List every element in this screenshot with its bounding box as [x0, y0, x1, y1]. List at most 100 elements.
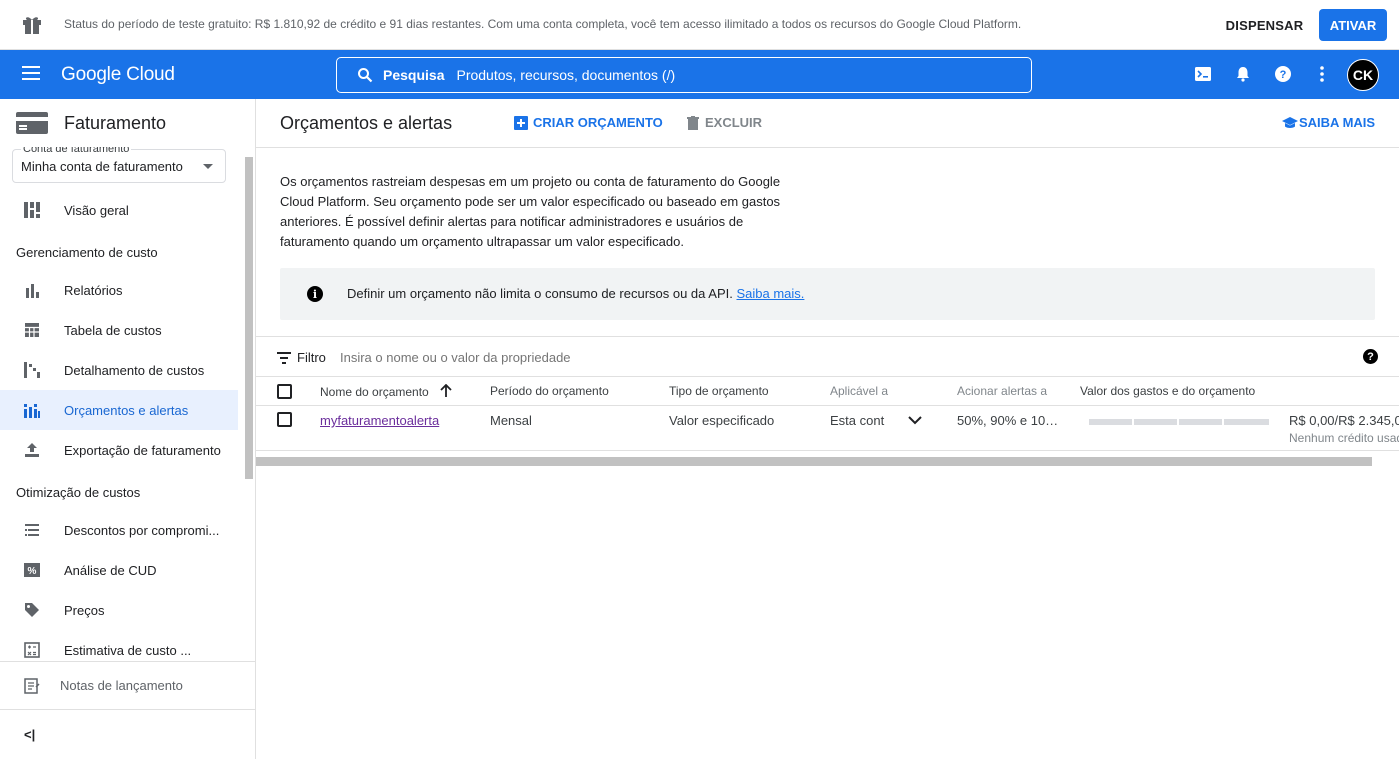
- select-all-checkbox[interactable]: [277, 384, 292, 399]
- sidebar-item-label: Exportação de faturamento: [64, 442, 221, 458]
- sidebar-item-overview[interactable]: Visão geral: [0, 190, 238, 230]
- filter-bar: Filtro ?: [256, 336, 1399, 377]
- info-learn-more-link[interactable]: Saiba mais.: [736, 286, 804, 301]
- dismiss-button[interactable]: DISPENSAR: [1222, 10, 1307, 40]
- create-budget-label: CRIAR ORÇAMENTO: [533, 115, 663, 130]
- create-budget-button[interactable]: CRIAR ORÇAMENTO: [514, 115, 663, 130]
- column-header-label: Nome do orçamento: [320, 385, 429, 399]
- billing-card-icon: [16, 112, 48, 134]
- search-label: Pesquisa: [383, 67, 445, 83]
- sidebar-item-cost-estimate[interactable]: Estimativa de custo ...: [0, 630, 238, 661]
- svg-text:?: ?: [1280, 69, 1287, 81]
- sidebar-item-pricing[interactable]: Preços: [0, 590, 238, 630]
- search-bar[interactable]: Pesquisa Produtos, recursos, documentos …: [336, 57, 1032, 93]
- column-header-name[interactable]: Nome do orçamento: [320, 383, 452, 399]
- sidebar-item-release-notes[interactable]: Notas de lançamento: [0, 661, 255, 709]
- delete-button[interactable]: EXCLUIR: [686, 115, 762, 130]
- list-icon: [25, 524, 39, 536]
- filter-label: Filtro: [297, 350, 326, 365]
- billing-account-value: Minha conta de faturamento: [21, 159, 183, 174]
- progress-tick: [1222, 419, 1224, 425]
- credit-status: Nenhum crédito usado: [1289, 431, 1399, 445]
- tag-icon: [25, 603, 39, 617]
- billing-account-select[interactable]: Conta de faturamento Minha conta de fatu…: [12, 147, 226, 183]
- release-notes-label: Notas de lançamento: [60, 678, 183, 693]
- learn-more-label: SAIBA MAIS: [1299, 115, 1376, 130]
- learn-more-button[interactable]: SAIBA MAIS: [1282, 115, 1375, 130]
- top-app-bar: Google Cloud Pesquisa Produtos, recursos…: [0, 50, 1399, 99]
- gift-icon: [23, 17, 41, 34]
- search-icon: [358, 68, 373, 83]
- collapse-sidebar-button[interactable]: <|: [0, 709, 255, 759]
- trial-status-message: Status do período de teste gratuito: R$ …: [64, 17, 1022, 31]
- sidebar-scrollbar[interactable]: [245, 157, 253, 479]
- bar-chart-icon: [26, 284, 39, 298]
- filter-icon[interactable]: [277, 352, 291, 364]
- sidebar-item-label: Visão geral: [64, 202, 129, 218]
- search-placeholder: Produtos, recursos, documentos (/): [456, 67, 676, 83]
- sidebar-item-cost-breakdown[interactable]: Detalhamento de custos: [0, 350, 238, 390]
- google-cloud-logo[interactable]: Google Cloud: [61, 64, 175, 86]
- delete-label: EXCLUIR: [705, 115, 763, 130]
- sort-arrow-up-icon: [440, 383, 452, 397]
- sidebar-item-cost-table[interactable]: Tabela de custos: [0, 310, 238, 350]
- sidebar-item-billing-export[interactable]: Exportação de faturamento: [0, 430, 238, 470]
- progress-tick: [1177, 419, 1179, 425]
- trash-icon: [687, 115, 699, 130]
- menu-icon[interactable]: [22, 66, 40, 80]
- spend-progress-bar: [1089, 419, 1269, 425]
- sidebar-item-label: Estimativa de custo ...: [64, 642, 192, 658]
- sidebar-item-label: Detalhamento de custos: [64, 362, 205, 378]
- column-header-applies-to: Aplicável a: [830, 384, 889, 398]
- help-icon[interactable]: ?: [1363, 349, 1378, 364]
- school-icon: [1282, 116, 1298, 128]
- budget-name-link[interactable]: myfaturamentoalerta: [320, 413, 439, 428]
- row-checkbox[interactable]: [277, 412, 292, 427]
- sidebar-header: Faturamento: [0, 99, 255, 147]
- column-header-spend[interactable]: Valor dos gastos e do orçamento: [1080, 384, 1255, 398]
- sidebar-item-cud-analysis[interactable]: % Análise de CUD: [0, 550, 238, 590]
- help-icon[interactable]: ?: [1273, 64, 1293, 84]
- bell-icon[interactable]: [1233, 64, 1253, 84]
- percent-icon: %: [24, 563, 40, 577]
- spend-amount: R$ 0,00/R$ 2.345,00: [1289, 413, 1399, 428]
- sidebar-item-budgets-alerts[interactable]: Orçamentos e alertas: [0, 390, 238, 430]
- sidebar-item-label: Orçamentos e alertas: [64, 402, 189, 418]
- budgets-description: Os orçamentos rastreiam despesas em um p…: [280, 174, 781, 249]
- filter-input[interactable]: [340, 350, 740, 365]
- column-header-alerts: Acionar alertas a: [957, 384, 1048, 398]
- expand-chevron-icon[interactable]: [908, 415, 922, 425]
- column-header-type[interactable]: Tipo de orçamento: [669, 384, 769, 398]
- progress-tick: [1132, 419, 1134, 425]
- sidebar-item-commitment-discounts[interactable]: Descontos por compromi...: [0, 510, 238, 550]
- info-text: Definir um orçamento não limita o consum…: [347, 286, 804, 301]
- table-header: Nome do orçamento Período do orçamento T…: [256, 377, 1399, 406]
- more-vert-icon[interactable]: [1312, 64, 1332, 84]
- info-banner: i Definir um orçamento não limita o cons…: [280, 268, 1375, 320]
- budget-applies-to: Esta cont: [830, 413, 885, 428]
- info-icon: i: [307, 286, 323, 302]
- column-header-period[interactable]: Período do orçamento: [490, 384, 609, 398]
- breakdown-icon: [24, 362, 40, 378]
- budget-icon: [24, 404, 40, 418]
- sidebar-title: Faturamento: [64, 113, 167, 133]
- section-cost-optimization: Otimização de custos: [16, 485, 141, 500]
- terminal-icon[interactable]: [1193, 64, 1213, 84]
- sidebar-item-label: Tabela de custos: [64, 322, 162, 338]
- sidebar-item-label: Preços: [64, 602, 105, 618]
- sidebar-item-reports[interactable]: Relatórios: [0, 270, 238, 310]
- budget-type: Valor especificado: [669, 413, 775, 428]
- dropdown-arrow-icon: [203, 164, 213, 169]
- collapse-icon: <|: [24, 727, 36, 742]
- export-icon: [25, 443, 39, 457]
- activate-button[interactable]: ATIVAR: [1319, 9, 1387, 41]
- table-horizontal-scrollbar[interactable]: [256, 457, 1372, 466]
- svg-text:%: %: [28, 566, 37, 577]
- budget-period: Mensal: [490, 413, 532, 428]
- sidebar-item-label: Descontos por compromi...: [64, 522, 220, 538]
- avatar[interactable]: CK: [1347, 59, 1379, 91]
- billing-account-label: Conta de faturamento: [21, 147, 132, 155]
- sidebar: Faturamento Conta de faturamento Minha c…: [0, 99, 256, 759]
- sidebar-item-label: Relatórios: [64, 282, 123, 298]
- dashboard-icon: [24, 202, 40, 218]
